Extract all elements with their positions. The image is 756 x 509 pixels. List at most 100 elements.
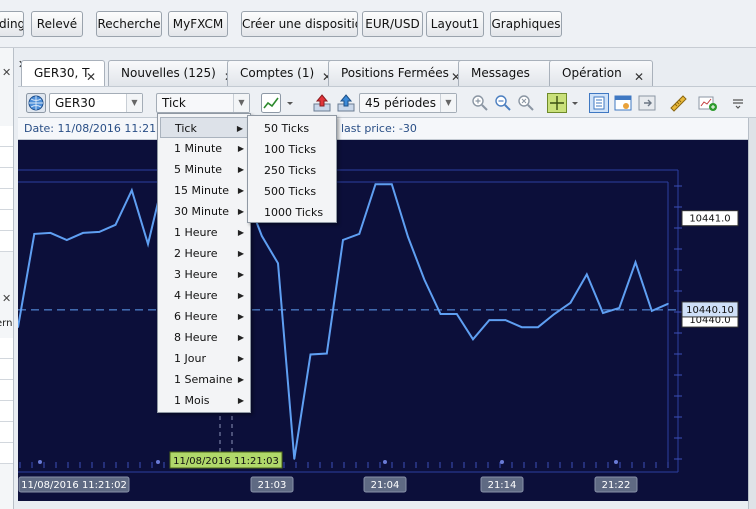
chevron-right-icon: ▶ [237, 270, 244, 279]
chart-background [18, 140, 748, 501]
tab-ger30-chart[interactable]: GER30, T ✕ [21, 60, 105, 86]
menu-item-label: 1 Heure [174, 226, 218, 239]
properties-icon[interactable] [613, 93, 633, 113]
last-price-label: last price: -30 [341, 122, 417, 135]
price-data-point [277, 262, 279, 265]
tab-positions-fermees[interactable]: Positions Fermées ✕ [328, 60, 470, 86]
menu-item-label: 1 Mois [174, 394, 210, 407]
tab-comptes[interactable]: Comptes (1) ✕ [227, 60, 341, 86]
timeframe-menu-item[interactable]: 8 Heure ▶ [160, 327, 248, 348]
trading-button[interactable]: ding [0, 11, 24, 37]
crosshair-icon[interactable] [547, 93, 583, 113]
price-data-point [374, 183, 377, 185]
recherche-button[interactable]: Recherche [96, 11, 162, 37]
create-layout-button[interactable]: Créer une disposition [241, 11, 358, 37]
time-marker [38, 460, 42, 464]
price-data-point [66, 239, 68, 241]
timeframe-select[interactable]: Tick ▼ [156, 93, 250, 113]
price-chart[interactable]: 10441.0 10440.0 10440.10 11/08/2016 11:21:0… [18, 140, 748, 501]
price-data-point [602, 312, 604, 314]
price-data-point [488, 319, 491, 321]
price-data-point [342, 239, 344, 241]
data-window-icon[interactable] [589, 93, 609, 113]
tab-nouvelles[interactable]: Nouvelles (125) ✕ [108, 60, 243, 86]
price-data-point [423, 278, 426, 281]
tick-submenu-item[interactable]: 1000 Ticks [250, 202, 334, 223]
tick-submenu-item[interactable]: 50 Ticks [250, 118, 334, 139]
left-panel-partial-label: ern [0, 318, 13, 329]
sell-order-icon[interactable] [336, 93, 356, 113]
timeframe-menu-item[interactable]: 6 Heure ▶ [160, 306, 248, 327]
menu-item-label: 1 Jour [174, 352, 206, 365]
chevron-right-icon: ▶ [237, 186, 244, 195]
eurusd-button[interactable]: EUR/USD [362, 11, 423, 37]
time-tick-label: 21:04 [371, 480, 400, 491]
zoom-out-icon[interactable] [493, 93, 513, 113]
price-data-point [147, 243, 149, 245]
timeframe-menu-item[interactable]: 15 Minute ▶ [160, 180, 248, 201]
price-data-point [586, 273, 588, 276]
ruler-icon[interactable] [668, 93, 688, 113]
myfxcm-button[interactable]: MyFXCM [168, 11, 228, 37]
left-panel-row [0, 126, 13, 147]
menu-item-label: 15 Minute [174, 184, 230, 197]
price-data-point [569, 302, 572, 304]
price-data-point [618, 307, 621, 309]
timeframe-menu-item[interactable]: 1 Heure ▶ [160, 222, 248, 243]
price-data-point [309, 353, 312, 356]
zoom-reset-icon[interactable] [516, 93, 536, 113]
top-button-bar: ding Relevé Recherche MyFXCM Créer une d… [0, 0, 756, 48]
buy-order-icon[interactable] [312, 93, 332, 113]
timeframe-menu-item[interactable]: 1 Minute ▶ [160, 138, 248, 159]
timeframe-menu-item[interactable]: 4 Heure ▶ [160, 285, 248, 306]
price-data-point [131, 189, 133, 192]
tab-label: Comptes (1) [240, 66, 315, 80]
left-panel-close-icon[interactable]: ✕ [2, 66, 11, 79]
timeframe-menu-item[interactable]: Tick ▶ [160, 117, 248, 138]
graphiques-button[interactable]: Graphiques [490, 11, 562, 37]
periods-select[interactable]: 45 périodes ▼ [359, 93, 457, 113]
symbol-select[interactable]: GER30 ▼ [49, 93, 143, 113]
releve-button[interactable]: Relevé [31, 11, 83, 37]
timeframe-menu-item[interactable]: 3 Heure ▶ [160, 264, 248, 285]
price-data-point [439, 313, 442, 315]
timeframe-menu-item[interactable]: 1 Semaine ▶ [160, 369, 248, 390]
price-data-point [537, 326, 539, 328]
price-data-point [326, 352, 328, 355]
line-chart-type-icon[interactable] [261, 93, 299, 113]
zoom-in-icon[interactable] [470, 93, 490, 113]
menu-item-label: 4 Heure [174, 289, 218, 302]
timeframe-menu-item[interactable]: 5 Minute ▶ [160, 159, 248, 180]
add-indicator-icon[interactable] [698, 93, 718, 113]
right-scrollbar[interactable] [748, 118, 756, 509]
chart-canvas[interactable]: 10441.010440.010440.1011/08/2016 11:21:0… [18, 140, 748, 501]
time-tick-label: 21:14 [488, 480, 517, 491]
tab-operation[interactable]: Opération ✕ [549, 60, 653, 86]
timeframe-menu-item[interactable]: 30 Minute ▶ [160, 201, 248, 222]
price-data-point [634, 261, 637, 264]
menu-item-label: 3 Heure [174, 268, 218, 281]
time-marker [383, 460, 387, 464]
left-panel-row [0, 189, 13, 210]
tab-bar: GER30, T ✕ Nouvelles (125) ✕ Comptes (1)… [18, 58, 756, 86]
price-data-point [521, 326, 523, 328]
scroll-end-icon[interactable] [637, 93, 657, 113]
chevron-right-icon: ▶ [237, 291, 244, 300]
tick-submenu-item[interactable]: 100 Ticks [250, 139, 334, 160]
layout1-button[interactable]: Layout1 [426, 11, 484, 37]
left-panel-lower-close-icon[interactable]: ✕ [2, 292, 11, 305]
tick-submenu-item[interactable]: 250 Ticks [250, 160, 334, 181]
price-data-point [114, 224, 117, 226]
globe-icon[interactable] [26, 93, 46, 113]
left-panel-row [0, 231, 13, 252]
timeframe-menu-item[interactable]: 1 Jour ▶ [160, 348, 248, 369]
price-data-point [98, 231, 101, 233]
menu-item-label: 6 Heure [174, 310, 218, 323]
menu-icon[interactable] [728, 93, 748, 113]
chevron-right-icon: ▶ [237, 396, 244, 405]
tick-submenu-item[interactable]: 500 Ticks [250, 181, 334, 202]
timeframe-menu-item[interactable]: 2 Heure ▶ [160, 243, 248, 264]
left-panel-row [0, 359, 13, 380]
timeframe-menu-item[interactable]: 1 Mois ▶ [160, 390, 248, 411]
price-data-point [407, 236, 409, 238]
